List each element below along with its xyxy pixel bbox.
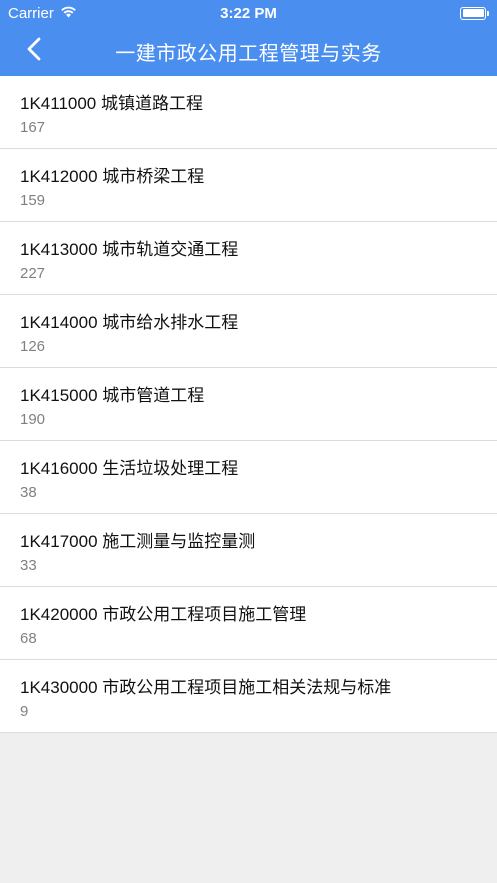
item-count: 38	[20, 484, 37, 501]
item-title: 1K415000 城市管道工程	[20, 386, 205, 405]
item-title: 1K430000 市政公用工程项目施工相关法规与标准	[20, 678, 392, 697]
list-item[interactable]: 1K420000 市政公用工程项目施工管理 68	[0, 587, 497, 660]
item-count: 33	[20, 557, 37, 574]
item-count: 190	[20, 411, 46, 428]
list-item[interactable]: 1K416000 生活垃圾处理工程 38	[0, 441, 497, 514]
navigation-bar: 一建市政公用工程管理与实务	[0, 26, 497, 76]
status-bar: Carrier 3:22 PM	[0, 0, 497, 26]
item-title: 1K413000 城市轨道交通工程	[20, 240, 239, 259]
chapter-list: 1K411000 城镇道路工程 167 1K412000 城市桥梁工程 159 …	[0, 76, 497, 733]
list-item[interactable]: 1K417000 施工测量与监控量测 33	[0, 514, 497, 587]
item-count: 159	[20, 192, 46, 209]
top-bar: Carrier 3:22 PM 一建市政公用工程管理与实务	[0, 0, 497, 76]
item-title: 1K417000 施工测量与监控量测	[20, 532, 256, 551]
item-count: 227	[20, 265, 46, 282]
item-title: 1K412000 城市桥梁工程	[20, 167, 205, 186]
chevron-left-icon	[27, 37, 41, 66]
carrier-group: Carrier	[8, 5, 77, 22]
item-count: 126	[20, 338, 46, 355]
list-item[interactable]: 1K411000 城镇道路工程 167	[0, 76, 497, 149]
item-count: 9	[20, 703, 29, 720]
list-item[interactable]: 1K412000 城市桥梁工程 159	[0, 149, 497, 222]
wifi-icon	[60, 5, 77, 22]
item-title: 1K416000 生活垃圾处理工程	[20, 459, 239, 478]
list-item[interactable]: 1K415000 城市管道工程 190	[0, 368, 497, 441]
app-screen: Carrier 3:22 PM 一建市政公用工程管理与实务 1K411000 城…	[0, 0, 497, 883]
item-count: 68	[20, 630, 37, 647]
list-item[interactable]: 1K430000 市政公用工程项目施工相关法规与标准 9	[0, 660, 497, 733]
list-item[interactable]: 1K413000 城市轨道交通工程 227	[0, 222, 497, 295]
page-title: 一建市政公用工程管理与实务	[115, 42, 382, 65]
item-title: 1K411000 城镇道路工程	[20, 94, 203, 113]
item-title: 1K414000 城市给水排水工程	[20, 313, 239, 332]
item-title: 1K420000 市政公用工程项目施工管理	[20, 605, 307, 624]
battery-icon	[460, 6, 489, 20]
back-button[interactable]	[14, 26, 54, 76]
carrier-label: Carrier	[8, 4, 54, 22]
list-item[interactable]: 1K414000 城市给水排水工程 126	[0, 295, 497, 368]
item-count: 167	[20, 119, 46, 136]
